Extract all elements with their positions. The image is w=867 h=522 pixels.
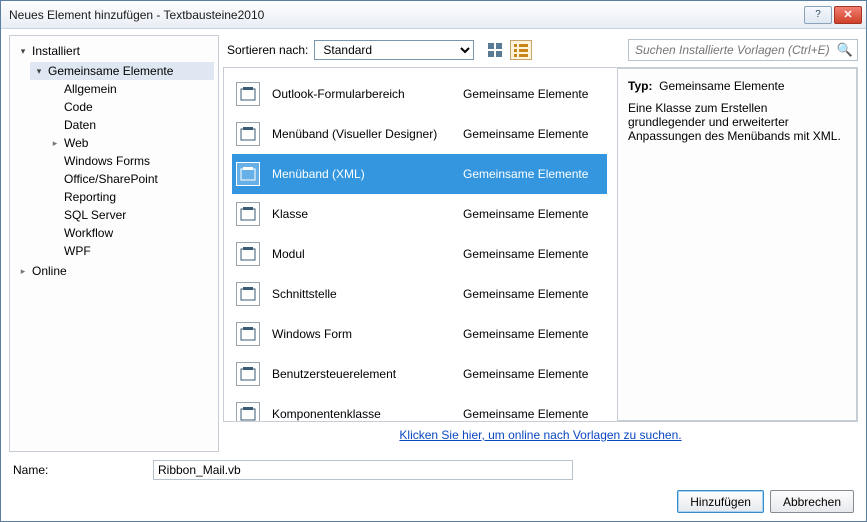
tree-label: Gemeinsame Elemente [48,64,173,78]
type-label: Typ: [628,79,652,93]
tree-label: Allgemein [64,82,117,96]
template-row[interactable]: Menüband (Visueller Designer) Gemeinsame … [232,114,607,154]
template-name: Klasse [272,207,451,221]
search-input[interactable] [633,42,837,58]
template-row[interactable]: Menüband (XML) Gemeinsame Elemente [232,154,607,194]
template-icon [236,282,260,306]
type-description: Eine Klasse zum Erstellen grundlegender … [628,101,846,143]
tree-child-allgemein[interactable]: Allgemein [46,80,214,98]
window-title: Neues Element hinzufügen - Textbausteine… [9,8,802,22]
template-icon [236,162,260,186]
template-group: Gemeinsame Elemente [463,407,603,421]
tree-label: Windows Forms [64,154,150,168]
template-name: Modul [272,247,451,261]
template-icon [236,82,260,106]
tree-label: Web [64,136,88,150]
cancel-button[interactable]: Abbrechen [770,490,854,513]
template-icon [236,242,260,266]
tree-online[interactable]: Online [14,262,214,280]
template-group: Gemeinsame Elemente [463,287,603,301]
template-icon [236,122,260,146]
list-icon [514,43,528,57]
template-row[interactable]: Schnittstelle Gemeinsame Elemente [232,274,607,314]
tree-label: SQL Server [64,208,126,222]
tree-child-web[interactable]: Web [46,134,214,152]
tree-label: WPF [64,244,91,258]
template-icon [236,202,260,226]
search-box[interactable]: 🔍 [628,39,858,61]
chevron-down-icon [34,66,44,76]
tree-shared-elements[interactable]: Gemeinsame Elemente [30,62,214,80]
close-button[interactable]: ✕ [834,6,862,24]
template-row[interactable]: Benutzersteuerelement Gemeinsame Elemente [232,354,607,394]
template-name: Komponentenklasse [272,407,451,421]
template-group: Gemeinsame Elemente [463,127,603,141]
help-button[interactable]: ? [804,6,832,24]
tree-label: Daten [64,118,96,132]
template-row[interactable]: Klasse Gemeinsame Elemente [232,194,607,234]
add-button[interactable]: Hinzufügen [677,490,764,513]
tree-label: Workflow [64,226,113,240]
template-group: Gemeinsame Elemente [463,167,603,181]
template-name: Menüband (XML) [272,167,451,181]
template-row[interactable]: Modul Gemeinsame Elemente [232,234,607,274]
template-list[interactable]: Outlook-Formularbereich Gemeinsame Elemen… [224,68,617,421]
chevron-down-icon [18,46,28,56]
search-icon: 🔍 [837,42,853,58]
tree-child-code[interactable]: Code [46,98,214,116]
search-online-link[interactable]: Klicken Sie hier, um online nach Vorlage… [399,428,681,442]
sort-label: Sortieren nach: [227,43,308,57]
details-panel: Typ: Gemeinsame Elemente Eine Klasse zum… [617,68,857,421]
tree-installed[interactable]: Installiert [14,42,214,60]
tree-label: Code [64,100,93,114]
toolbar: Sortieren nach: Standard � [223,35,858,67]
grid-icon [488,43,502,57]
template-name: Schnittstelle [272,287,451,301]
titlebar: Neues Element hinzufügen - Textbausteine… [1,1,866,29]
tree-label: Reporting [64,190,116,204]
tree-child-wpf[interactable]: WPF [46,242,214,260]
tree-label: Online [32,264,67,278]
center-panel: Sortieren nach: Standard � [223,35,858,452]
tree-child-office[interactable]: Office/SharePoint [46,170,214,188]
template-name: Benutzersteuerelement [272,367,451,381]
template-name: Windows Form [272,327,451,341]
template-group: Gemeinsame Elemente [463,207,603,221]
template-icon [236,362,260,386]
template-row[interactable]: Komponentenklasse Gemeinsame Elemente [232,394,607,421]
template-row[interactable]: Windows Form Gemeinsame Elemente [232,314,607,354]
template-icon [236,402,260,421]
tree-child-workflow[interactable]: Workflow [46,224,214,242]
chevron-right-icon [18,266,28,276]
tree-label: Office/SharePoint [64,172,158,186]
tree-child-reporting[interactable]: Reporting [46,188,214,206]
template-group: Gemeinsame Elemente [463,87,603,101]
sidebar: Installiert Gemeinsame Elemente Allgemei… [9,35,219,452]
name-input[interactable] [153,460,573,480]
template-group: Gemeinsame Elemente [463,367,603,381]
type-value: Gemeinsame Elemente [659,79,784,93]
template-group: Gemeinsame Elemente [463,327,603,341]
chevron-right-icon [50,138,60,148]
view-details-button[interactable] [510,40,532,60]
tree-child-sql[interactable]: SQL Server [46,206,214,224]
name-label: Name: [13,463,143,477]
template-name: Menüband (Visueller Designer) [272,127,451,141]
template-row[interactable]: Outlook-Formularbereich Gemeinsame Elemen… [232,74,607,114]
dialog-window: Neues Element hinzufügen - Textbausteine… [0,0,867,522]
tree-label: Installiert [32,44,80,58]
template-group: Gemeinsame Elemente [463,247,603,261]
tree-child-winforms[interactable]: Windows Forms [46,152,214,170]
view-medium-icons-button[interactable] [484,40,506,60]
template-name: Outlook-Formularbereich [272,87,451,101]
tree-child-daten[interactable]: Daten [46,116,214,134]
sort-dropdown[interactable]: Standard [314,40,474,60]
template-icon [236,322,260,346]
